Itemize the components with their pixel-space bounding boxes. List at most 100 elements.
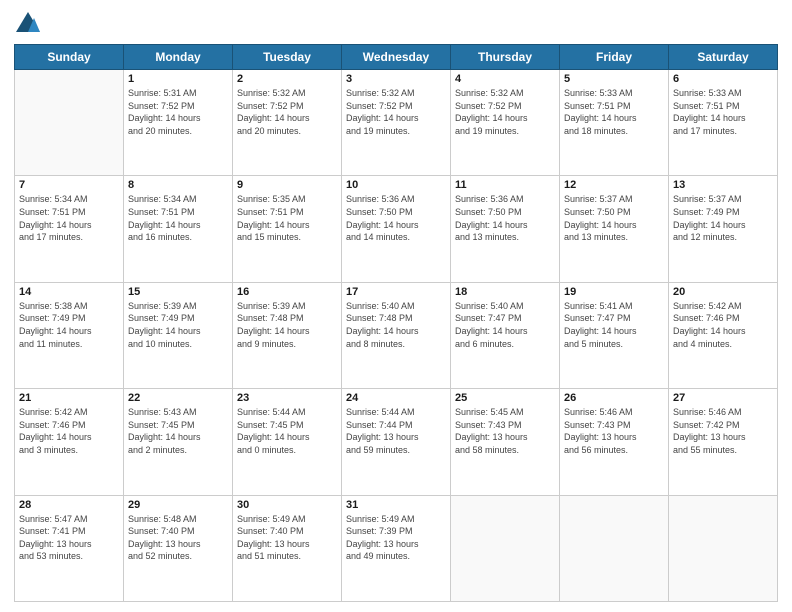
day-number: 30 — [237, 499, 337, 511]
day-number: 19 — [564, 286, 664, 298]
day-number: 27 — [673, 392, 773, 404]
day-number: 11 — [455, 179, 555, 191]
day-info: Sunrise: 5:46 AM Sunset: 7:42 PM Dayligh… — [673, 406, 773, 456]
calendar-cell: 18 Sunrise: 5:40 AM Sunset: 7:47 PM Dayli… — [451, 282, 560, 388]
calendar-cell — [15, 70, 124, 176]
day-number: 14 — [19, 286, 119, 298]
weekday-header-friday: Friday — [560, 45, 669, 70]
day-info: Sunrise: 5:40 AM Sunset: 7:48 PM Dayligh… — [346, 300, 446, 350]
calendar-cell: 16 Sunrise: 5:39 AM Sunset: 7:48 PM Dayli… — [233, 282, 342, 388]
day-number: 24 — [346, 392, 446, 404]
day-number: 16 — [237, 286, 337, 298]
day-info: Sunrise: 5:33 AM Sunset: 7:51 PM Dayligh… — [564, 87, 664, 137]
calendar-cell: 7 Sunrise: 5:34 AM Sunset: 7:51 PM Daylig… — [15, 176, 124, 282]
day-info: Sunrise: 5:39 AM Sunset: 7:49 PM Dayligh… — [128, 300, 228, 350]
day-number: 10 — [346, 179, 446, 191]
day-info: Sunrise: 5:32 AM Sunset: 7:52 PM Dayligh… — [455, 87, 555, 137]
calendar-cell: 3 Sunrise: 5:32 AM Sunset: 7:52 PM Daylig… — [342, 70, 451, 176]
calendar-cell — [669, 495, 778, 601]
calendar-cell: 21 Sunrise: 5:42 AM Sunset: 7:46 PM Dayli… — [15, 389, 124, 495]
day-info: Sunrise: 5:39 AM Sunset: 7:48 PM Dayligh… — [237, 300, 337, 350]
day-number: 1 — [128, 73, 228, 85]
calendar-cell: 12 Sunrise: 5:37 AM Sunset: 7:50 PM Dayli… — [560, 176, 669, 282]
day-number: 7 — [19, 179, 119, 191]
calendar-cell: 19Sunrise: 5:41 AM Sunset: 7:47 PM Dayli… — [560, 282, 669, 388]
day-info: Sunrise: 5:49 AM Sunset: 7:40 PM Dayligh… — [237, 513, 337, 563]
calendar-cell: 13 Sunrise: 5:37 AM Sunset: 7:49 PM Dayli… — [669, 176, 778, 282]
day-info: Sunrise: 5:37 AM Sunset: 7:49 PM Dayligh… — [673, 193, 773, 243]
calendar-cell: 11 Sunrise: 5:36 AM Sunset: 7:50 PM Dayli… — [451, 176, 560, 282]
weekday-header-wednesday: Wednesday — [342, 45, 451, 70]
logo — [14, 10, 46, 38]
day-info: Sunrise: 5:42 AM Sunset: 7:46 PM Dayligh… — [673, 300, 773, 350]
day-info: Sunrise: 5:43 AM Sunset: 7:45 PM Dayligh… — [128, 406, 228, 456]
header — [14, 10, 778, 38]
calendar-cell: 24 Sunrise: 5:44 AM Sunset: 7:44 PM Dayli… — [342, 389, 451, 495]
calendar-cell: 23 Sunrise: 5:44 AM Sunset: 7:45 PM Dayli… — [233, 389, 342, 495]
week-row-5: 28Sunrise: 5:47 AM Sunset: 7:41 PM Dayli… — [15, 495, 778, 601]
day-number: 12 — [564, 179, 664, 191]
day-info: Sunrise: 5:35 AM Sunset: 7:51 PM Dayligh… — [237, 193, 337, 243]
calendar-cell: 17Sunrise: 5:40 AM Sunset: 7:48 PM Dayli… — [342, 282, 451, 388]
weekday-header-monday: Monday — [124, 45, 233, 70]
calendar-cell: 2Sunrise: 5:32 AM Sunset: 7:52 PM Daylig… — [233, 70, 342, 176]
day-number: 21 — [19, 392, 119, 404]
calendar-cell: 20 Sunrise: 5:42 AM Sunset: 7:46 PM Dayli… — [669, 282, 778, 388]
weekday-header-saturday: Saturday — [669, 45, 778, 70]
day-number: 2 — [237, 73, 337, 85]
day-info: Sunrise: 5:49 AM Sunset: 7:39 PM Dayligh… — [346, 513, 446, 563]
day-number: 8 — [128, 179, 228, 191]
logo-icon — [14, 10, 42, 38]
day-info: Sunrise: 5:44 AM Sunset: 7:45 PM Dayligh… — [237, 406, 337, 456]
day-info: Sunrise: 5:36 AM Sunset: 7:50 PM Dayligh… — [346, 193, 446, 243]
calendar-cell: 28Sunrise: 5:47 AM Sunset: 7:41 PM Dayli… — [15, 495, 124, 601]
day-number: 20 — [673, 286, 773, 298]
calendar-cell: 15 Sunrise: 5:39 AM Sunset: 7:49 PM Dayli… — [124, 282, 233, 388]
week-row-2: 7 Sunrise: 5:34 AM Sunset: 7:51 PM Daylig… — [15, 176, 778, 282]
day-info: Sunrise: 5:32 AM Sunset: 7:52 PM Dayligh… — [346, 87, 446, 137]
calendar-cell: 29 Sunrise: 5:48 AM Sunset: 7:40 PM Dayli… — [124, 495, 233, 601]
day-info: Sunrise: 5:33 AM Sunset: 7:51 PM Dayligh… — [673, 87, 773, 137]
day-info: Sunrise: 5:40 AM Sunset: 7:47 PM Dayligh… — [455, 300, 555, 350]
day-number: 25 — [455, 392, 555, 404]
calendar-cell: 26 Sunrise: 5:46 AM Sunset: 7:43 PM Dayli… — [560, 389, 669, 495]
weekday-header-tuesday: Tuesday — [233, 45, 342, 70]
calendar-cell: 27 Sunrise: 5:46 AM Sunset: 7:42 PM Dayli… — [669, 389, 778, 495]
weekday-header-sunday: Sunday — [15, 45, 124, 70]
day-info: Sunrise: 5:48 AM Sunset: 7:40 PM Dayligh… — [128, 513, 228, 563]
day-info: Sunrise: 5:44 AM Sunset: 7:44 PM Dayligh… — [346, 406, 446, 456]
calendar-cell: 1 Sunrise: 5:31 AM Sunset: 7:52 PM Daylig… — [124, 70, 233, 176]
day-info: Sunrise: 5:34 AM Sunset: 7:51 PM Dayligh… — [19, 193, 119, 243]
calendar-cell: 22 Sunrise: 5:43 AM Sunset: 7:45 PM Dayli… — [124, 389, 233, 495]
calendar-cell: 6 Sunrise: 5:33 AM Sunset: 7:51 PM Daylig… — [669, 70, 778, 176]
day-info: Sunrise: 5:36 AM Sunset: 7:50 PM Dayligh… — [455, 193, 555, 243]
day-number: 4 — [455, 73, 555, 85]
day-number: 29 — [128, 499, 228, 511]
calendar-cell: 30 Sunrise: 5:49 AM Sunset: 7:40 PM Dayli… — [233, 495, 342, 601]
calendar-cell: 4 Sunrise: 5:32 AM Sunset: 7:52 PM Daylig… — [451, 70, 560, 176]
day-info: Sunrise: 5:31 AM Sunset: 7:52 PM Dayligh… — [128, 87, 228, 137]
day-number: 22 — [128, 392, 228, 404]
day-info: Sunrise: 5:38 AM Sunset: 7:49 PM Dayligh… — [19, 300, 119, 350]
day-info: Sunrise: 5:42 AM Sunset: 7:46 PM Dayligh… — [19, 406, 119, 456]
calendar-table: SundayMondayTuesdayWednesdayThursdayFrid… — [14, 44, 778, 602]
day-number: 26 — [564, 392, 664, 404]
day-number: 3 — [346, 73, 446, 85]
day-info: Sunrise: 5:46 AM Sunset: 7:43 PM Dayligh… — [564, 406, 664, 456]
week-row-3: 14 Sunrise: 5:38 AM Sunset: 7:49 PM Dayli… — [15, 282, 778, 388]
calendar-cell: 25Sunrise: 5:45 AM Sunset: 7:43 PM Dayli… — [451, 389, 560, 495]
calendar-cell: 9 Sunrise: 5:35 AM Sunset: 7:51 PM Daylig… — [233, 176, 342, 282]
week-row-4: 21 Sunrise: 5:42 AM Sunset: 7:46 PM Dayli… — [15, 389, 778, 495]
day-info: Sunrise: 5:37 AM Sunset: 7:50 PM Dayligh… — [564, 193, 664, 243]
day-number: 18 — [455, 286, 555, 298]
day-number: 15 — [128, 286, 228, 298]
day-number: 23 — [237, 392, 337, 404]
day-number: 13 — [673, 179, 773, 191]
day-info: Sunrise: 5:34 AM Sunset: 7:51 PM Dayligh… — [128, 193, 228, 243]
day-number: 28 — [19, 499, 119, 511]
day-number: 9 — [237, 179, 337, 191]
calendar-cell: 31 Sunrise: 5:49 AM Sunset: 7:39 PM Dayli… — [342, 495, 451, 601]
calendar-cell: 8 Sunrise: 5:34 AM Sunset: 7:51 PM Daylig… — [124, 176, 233, 282]
day-number: 31 — [346, 499, 446, 511]
day-number: 6 — [673, 73, 773, 85]
